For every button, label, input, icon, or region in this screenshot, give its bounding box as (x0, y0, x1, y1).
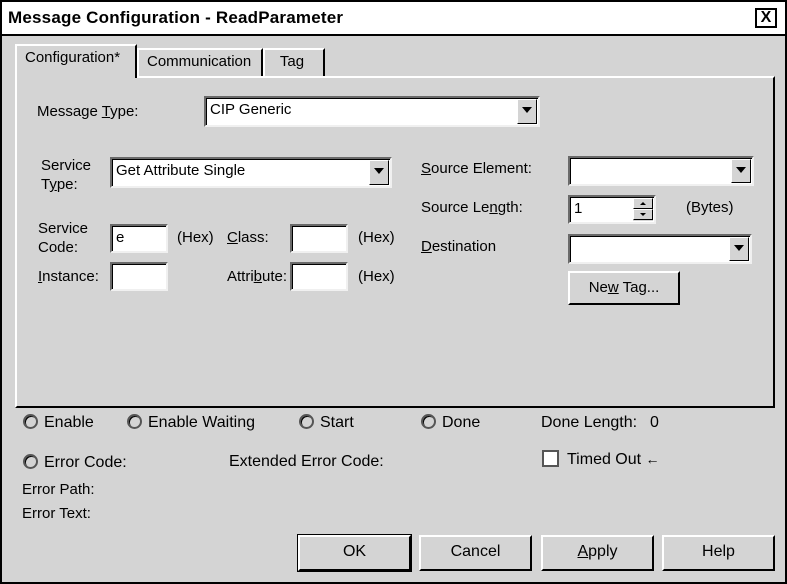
ok-button[interactable]: OK (297, 534, 412, 572)
timed-out-check-icon[interactable] (542, 450, 559, 467)
chevron-down-icon[interactable] (369, 160, 389, 185)
error-code-label: Error Code: (44, 454, 127, 471)
close-button[interactable]: X (755, 8, 777, 28)
instance-label: Instance: (38, 268, 99, 285)
status-enable-label: Enable (44, 414, 94, 431)
error-text-label: Error Text: (22, 505, 91, 522)
attribute-hex-label: (Hex) (358, 268, 395, 285)
destination-label: Destination (421, 238, 497, 255)
help-label: Help (702, 543, 735, 560)
source-length-input[interactable]: 1 (568, 195, 656, 224)
done-indicator-icon (421, 414, 436, 429)
status-error-code: Error Code: (23, 454, 127, 472)
apply-button[interactable]: Apply (541, 535, 654, 571)
attribute-input[interactable] (290, 262, 348, 291)
source-element-select[interactable] (568, 156, 754, 186)
chevron-down-icon[interactable] (731, 159, 751, 183)
attribute-label: Attribute: (227, 268, 288, 285)
tab-tag[interactable]: Tag (263, 48, 325, 76)
chevron-down-icon[interactable] (729, 237, 749, 261)
timed-out-label: Timed Out (567, 451, 642, 468)
service-code-hex-label: (Hex) (177, 229, 214, 246)
service-type-label-line2: Type: (41, 176, 78, 193)
extended-error-code-label: Extended Error Code: (229, 453, 384, 470)
message-configuration-dialog: Message Configuration - ReadParameter X … (0, 0, 787, 584)
error-code-indicator-icon (23, 454, 38, 469)
error-path-label: Error Path: (22, 481, 95, 498)
done-length-value: 0 (650, 414, 659, 431)
help-button[interactable]: Help (662, 535, 775, 571)
cancel-button[interactable]: Cancel (419, 535, 532, 571)
enable-waiting-indicator-icon (127, 414, 142, 429)
status-done: Done (421, 414, 480, 432)
tab-configuration-label: Configuration* (25, 49, 121, 66)
status-enable-waiting: Enable Waiting (127, 414, 255, 432)
source-length-spinner[interactable] (633, 198, 653, 221)
class-label: Class: (227, 229, 269, 246)
ok-label: OK (342, 543, 367, 560)
arrow-left-icon: ← (645, 451, 660, 467)
class-input[interactable] (290, 224, 348, 253)
class-hex-label: (Hex) (358, 229, 395, 246)
service-code-input[interactable]: e (110, 224, 168, 253)
message-type-select[interactable]: CIP Generic (204, 96, 540, 127)
bytes-label: (Bytes) (686, 199, 734, 216)
chevron-down-icon[interactable] (517, 99, 537, 124)
service-code-label-line2: Code: (38, 239, 79, 256)
service-code-label-line1: Service (38, 220, 89, 237)
status-done-label: Done (442, 414, 481, 431)
tab-configuration[interactable]: Configuration* (15, 44, 137, 78)
title-bar[interactable]: Message Configuration - ReadParameter X (2, 2, 785, 36)
window-title: Message Configuration - ReadParameter (8, 8, 344, 27)
instance-input[interactable] (110, 262, 168, 291)
new-tag-button[interactable]: New Tag... (568, 271, 680, 305)
done-length-label: Done Length: (541, 414, 638, 431)
status-enable: Enable (23, 414, 94, 432)
status-start: Start (299, 414, 354, 432)
close-icon: X (760, 9, 772, 26)
message-type-value: CIP Generic (210, 101, 292, 118)
tab-tag-label: Tag (279, 53, 305, 70)
new-tag-label: New Tag... (588, 279, 660, 296)
spin-up-icon[interactable] (633, 198, 653, 209)
enable-indicator-icon (23, 414, 38, 429)
service-code-value: e (116, 229, 125, 246)
spin-down-icon[interactable] (633, 209, 653, 220)
source-length-label: Source Length: (421, 199, 523, 216)
service-type-value: Get Attribute Single (116, 162, 246, 179)
source-length-value: 1 (574, 200, 583, 217)
start-indicator-icon (299, 414, 314, 429)
source-element-label: Source Element: (421, 160, 532, 177)
apply-label: Apply (577, 543, 618, 560)
configuration-panel: Message Type: CIP Generic Service Type: … (15, 76, 775, 408)
destination-select[interactable] (568, 234, 752, 264)
cancel-label: Cancel (450, 543, 501, 560)
tab-communication[interactable]: Communication (137, 48, 263, 76)
service-type-label-line1: Service (41, 157, 92, 174)
tab-communication-label: Communication (147, 53, 252, 70)
status-enable-waiting-label: Enable Waiting (148, 414, 256, 431)
timed-out-checkbox[interactable]: Timed Out ← (542, 450, 660, 469)
status-start-label: Start (320, 414, 354, 431)
service-type-select[interactable]: Get Attribute Single (110, 157, 392, 188)
message-type-label: Message Type: (37, 103, 139, 120)
